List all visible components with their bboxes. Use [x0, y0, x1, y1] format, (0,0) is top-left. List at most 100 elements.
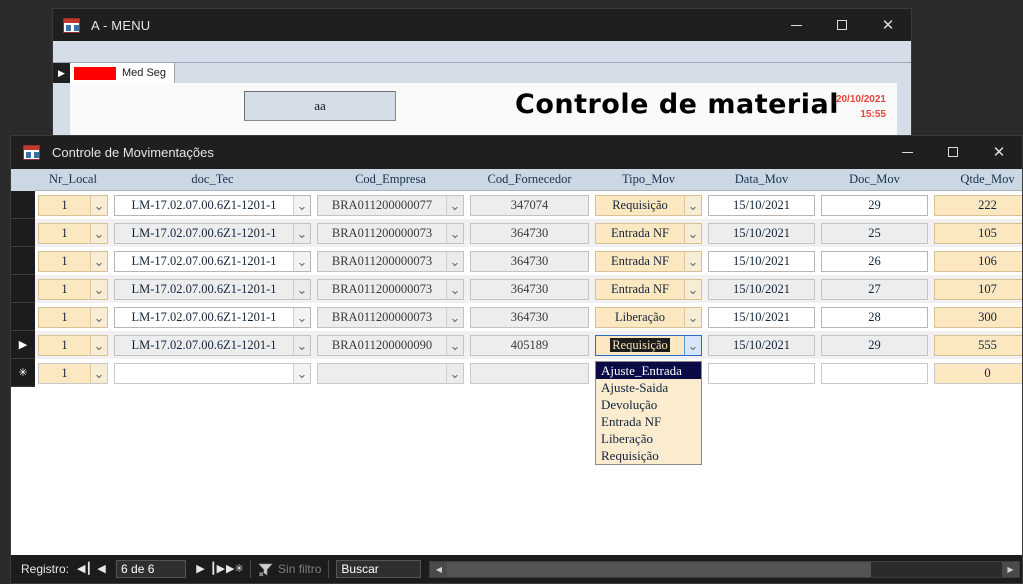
cell-nr_local[interactable]: 1 ⌄ [35, 275, 111, 303]
cell-cod_empresa[interactable]: ⌄ [314, 359, 467, 387]
field-doc_mov[interactable]: 29 [821, 194, 928, 216]
maximize-button[interactable] [930, 136, 976, 168]
field-cod_empresa[interactable]: BRA011200000077 ⌄ [317, 194, 464, 216]
cell-data_mov[interactable]: 15/10/2021 [705, 191, 818, 219]
cell-nr_local[interactable]: 1 ⌄ [35, 303, 111, 331]
field-qtde_mov[interactable]: 105 [934, 222, 1022, 244]
field-qtde_mov[interactable]: 106 [934, 250, 1022, 272]
field-cod_empresa[interactable]: BRA011200000073 ⌄ [317, 222, 464, 244]
dropdown-option[interactable]: Requisição [596, 447, 701, 464]
first-record-button[interactable]: ◀┃ [76, 563, 93, 575]
field-qtde_mov[interactable]: 0 [934, 362, 1022, 384]
field-doc_mov[interactable]: 28 [821, 306, 928, 328]
cell-data_mov[interactable]: 15/10/2021 [705, 275, 818, 303]
cell-tipo_mov[interactable]: Entrada NF ⌄ [592, 275, 705, 303]
table-row[interactable]: 1 ⌄ LM-17.02.07.00.6Z1-1201-1 ⌄ BRA011200000… [11, 303, 1022, 331]
chevron-down-icon[interactable]: ⌄ [446, 251, 463, 271]
row-selector[interactable] [11, 191, 35, 219]
cell-qtde_mov[interactable]: 106 [931, 247, 1022, 275]
field-data_mov[interactable]: 15/10/2021 [708, 194, 815, 216]
field-doc_tec[interactable]: ⌄ [114, 362, 311, 384]
field-cod_fornecedor[interactable]: 364730 [470, 278, 589, 300]
field-cod_fornecedor[interactable]: 405189 [470, 334, 589, 356]
cell-qtde_mov[interactable]: 300 [931, 303, 1022, 331]
field-doc_mov[interactable]: 27 [821, 278, 928, 300]
cell-tipo_mov[interactable]: Requisição ⌄ [592, 331, 705, 359]
background-window-titlebar[interactable]: A - MENU ✕ [53, 9, 911, 41]
new-record-row[interactable]: ✳1⌄⌄⌄⌄0 [11, 359, 1022, 387]
field-data_mov[interactable]: 15/10/2021 [708, 278, 815, 300]
field-cod_empresa[interactable]: BRA011200000073 ⌄ [317, 278, 464, 300]
cell-nr_local[interactable]: 1 ⌄ [35, 359, 111, 387]
cell-cod_fornecedor[interactable]: 364730 [467, 275, 592, 303]
column-header-doc_tec[interactable]: doc_Tec [111, 172, 314, 187]
chevron-down-icon[interactable]: ⌄ [446, 335, 463, 355]
field-cod_fornecedor[interactable]: 347074 [470, 194, 589, 216]
field-doc_tec[interactable]: LM-17.02.07.00.6Z1-1201-1 ⌄ [114, 194, 311, 216]
cell-nr_local[interactable]: 1 ⌄ [35, 331, 111, 359]
field-nr_local[interactable]: 1 ⌄ [38, 334, 108, 356]
cell-doc_mov[interactable] [818, 359, 931, 387]
chevron-down-icon[interactable]: ⌄ [90, 251, 107, 271]
cell-cod_fornecedor[interactable]: 347074 [467, 191, 592, 219]
expand-arrow-icon[interactable]: ▶ [53, 63, 70, 83]
chevron-down-icon[interactable]: ⌄ [90, 363, 107, 383]
field-cod_fornecedor[interactable] [470, 362, 589, 384]
cell-doc_tec[interactable]: LM-17.02.07.00.6Z1-1201-1 ⌄ [111, 219, 314, 247]
chevron-down-icon[interactable]: ⌄ [293, 335, 310, 355]
chevron-down-icon[interactable]: ⌄ [446, 279, 463, 299]
field-cod_empresa[interactable]: ⌄ [317, 362, 464, 384]
table-row[interactable]: 1 ⌄ LM-17.02.07.00.6Z1-1201-1 ⌄ BRA011200000… [11, 191, 1022, 219]
field-doc_tec[interactable]: LM-17.02.07.00.6Z1-1201-1 ⌄ [114, 306, 311, 328]
chevron-down-icon[interactable]: ⌄ [684, 335, 701, 355]
field-cod_fornecedor[interactable]: 364730 [470, 222, 589, 244]
cell-cod_empresa[interactable]: BRA011200000090 ⌄ [314, 331, 467, 359]
field-tipo_mov[interactable]: Entrada NF ⌄ [595, 250, 702, 272]
scrollbar-track[interactable] [871, 561, 1002, 577]
field-nr_local[interactable]: 1 ⌄ [38, 278, 108, 300]
column-header-cod_empresa[interactable]: Cod_Empresa [314, 172, 467, 187]
background-close-button[interactable]: ✕ [865, 9, 911, 41]
column-header-tipo_mov[interactable]: Tipo_Mov [592, 172, 705, 187]
field-data_mov[interactable]: 15/10/2021 [708, 222, 815, 244]
horizontal-scrollbar[interactable]: ◀ ▶ [429, 560, 1020, 578]
scrollbar-thumb[interactable] [447, 561, 872, 577]
field-nr_local[interactable]: 1 ⌄ [38, 250, 108, 272]
field-data_mov[interactable]: 15/10/2021 [708, 334, 815, 356]
field-qtde_mov[interactable]: 107 [934, 278, 1022, 300]
chevron-down-icon[interactable]: ⌄ [90, 223, 107, 243]
cell-cod_empresa[interactable]: BRA011200000077 ⌄ [314, 191, 467, 219]
cell-qtde_mov[interactable]: 105 [931, 219, 1022, 247]
scroll-right-button[interactable]: ▶ [1002, 561, 1019, 577]
cell-cod_fornecedor[interactable] [467, 359, 592, 387]
table-row[interactable]: 1 ⌄ LM-17.02.07.00.6Z1-1201-1 ⌄ BRA011200000… [11, 275, 1022, 303]
cell-doc_mov[interactable]: 25 [818, 219, 931, 247]
dropdown-option[interactable]: Devolução [596, 396, 701, 413]
row-selector[interactable] [11, 303, 35, 331]
field-doc_tec[interactable]: LM-17.02.07.00.6Z1-1201-1 ⌄ [114, 222, 311, 244]
field-cod_fornecedor[interactable]: 364730 [470, 306, 589, 328]
chevron-down-icon[interactable]: ⌄ [446, 307, 463, 327]
field-nr_local[interactable]: 1 ⌄ [38, 362, 108, 384]
background-maximize-button[interactable] [819, 9, 865, 41]
cell-doc_tec[interactable]: LM-17.02.07.00.6Z1-1201-1 ⌄ [111, 303, 314, 331]
cell-tipo_mov[interactable]: Requisição ⌄ [592, 191, 705, 219]
cell-tipo_mov[interactable]: Entrada NF ⌄ [592, 247, 705, 275]
cell-data_mov[interactable]: 15/10/2021 [705, 219, 818, 247]
background-tab-med-seg[interactable]: Med Seg [70, 63, 176, 83]
cell-tipo_mov[interactable]: Liberação ⌄ [592, 303, 705, 331]
column-header-doc_mov[interactable]: Doc_Mov [818, 172, 931, 187]
cell-doc_mov[interactable]: 28 [818, 303, 931, 331]
last-record-button[interactable]: ┃▶ [209, 563, 226, 575]
field-cod_empresa[interactable]: BRA011200000090 ⌄ [317, 334, 464, 356]
field-qtde_mov[interactable]: 300 [934, 306, 1022, 328]
chevron-down-icon[interactable]: ⌄ [684, 223, 701, 243]
cell-doc_mov[interactable]: 29 [818, 191, 931, 219]
field-nr_local[interactable]: 1 ⌄ [38, 222, 108, 244]
chevron-down-icon[interactable]: ⌄ [90, 335, 107, 355]
cell-cod_fornecedor[interactable]: 364730 [467, 247, 592, 275]
cell-doc_tec[interactable]: LM-17.02.07.00.6Z1-1201-1 ⌄ [111, 275, 314, 303]
field-cod_empresa[interactable]: BRA011200000073 ⌄ [317, 250, 464, 272]
chevron-down-icon[interactable]: ⌄ [684, 307, 701, 327]
field-tipo_mov[interactable]: Entrada NF ⌄ [595, 222, 702, 244]
